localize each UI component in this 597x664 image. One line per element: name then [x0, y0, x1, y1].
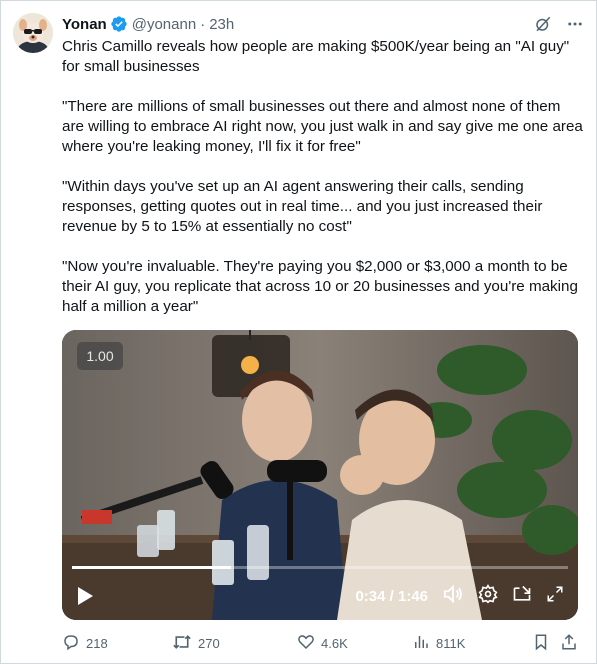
- grok-icon[interactable]: [533, 14, 553, 34]
- bookmark-icon: [532, 633, 550, 654]
- author-name[interactable]: Yonan: [62, 16, 107, 33]
- tweet-paragraph: "Now you're invaluable. They're paying y…: [62, 258, 578, 315]
- video-progress-fill: [72, 566, 231, 569]
- reply-button[interactable]: 218: [62, 633, 108, 654]
- video-player[interactable]: 1.00 0:34 / 1:46: [62, 330, 578, 620]
- reply-icon: [62, 633, 80, 654]
- view-count: 811K: [436, 635, 466, 651]
- retweet-icon: [172, 633, 192, 654]
- fullscreen-icon[interactable]: [546, 585, 564, 608]
- more-icon[interactable]: [565, 14, 585, 34]
- avatar[interactable]: [13, 13, 53, 53]
- repost-button[interactable]: 270: [172, 633, 220, 654]
- like-button[interactable]: 4.6K: [297, 633, 348, 654]
- settings-gear-icon[interactable]: [478, 583, 498, 609]
- author-handle[interactable]: @yonann: [132, 16, 196, 33]
- heart-icon: [297, 633, 315, 654]
- picture-in-picture-icon[interactable]: [512, 584, 532, 609]
- video-progress-track[interactable]: [72, 566, 568, 569]
- views-icon: [412, 633, 430, 654]
- volume-icon[interactable]: [442, 584, 464, 609]
- post-time[interactable]: 23h: [209, 16, 234, 33]
- tweet-header: Yonan @yonann · 23h: [62, 13, 585, 35]
- share-icon: [560, 633, 578, 654]
- views-button[interactable]: 811K: [412, 633, 465, 654]
- play-icon[interactable]: [76, 586, 96, 606]
- tweet-paragraph: "There are millions of small businesses …: [62, 98, 583, 155]
- tweet-action-bar: 218 270 4.6K 811K: [62, 632, 582, 654]
- share-button[interactable]: [560, 633, 578, 654]
- tweet-paragraph: "Within days you've set up an AI agent a…: [62, 178, 543, 235]
- verified-badge-icon: [110, 15, 128, 33]
- video-frame-image: [62, 330, 578, 620]
- like-count: 4.6K: [321, 635, 348, 651]
- video-timecode: 0:34 / 1:46: [355, 587, 428, 605]
- bookmark-button[interactable]: [532, 633, 550, 654]
- separator-dot: ·: [200, 15, 206, 33]
- tweet-paragraph: Chris Camillo reveals how people are mak…: [62, 38, 570, 75]
- playback-speed-badge[interactable]: 1.00: [77, 342, 123, 370]
- reply-count: 218: [86, 635, 108, 651]
- avatar-illustration: [13, 13, 53, 53]
- video-controls: 0:34 / 1:46: [62, 580, 578, 612]
- tweet-text: Chris Camillo reveals how people are mak…: [62, 37, 584, 337]
- repost-count: 270: [198, 635, 220, 651]
